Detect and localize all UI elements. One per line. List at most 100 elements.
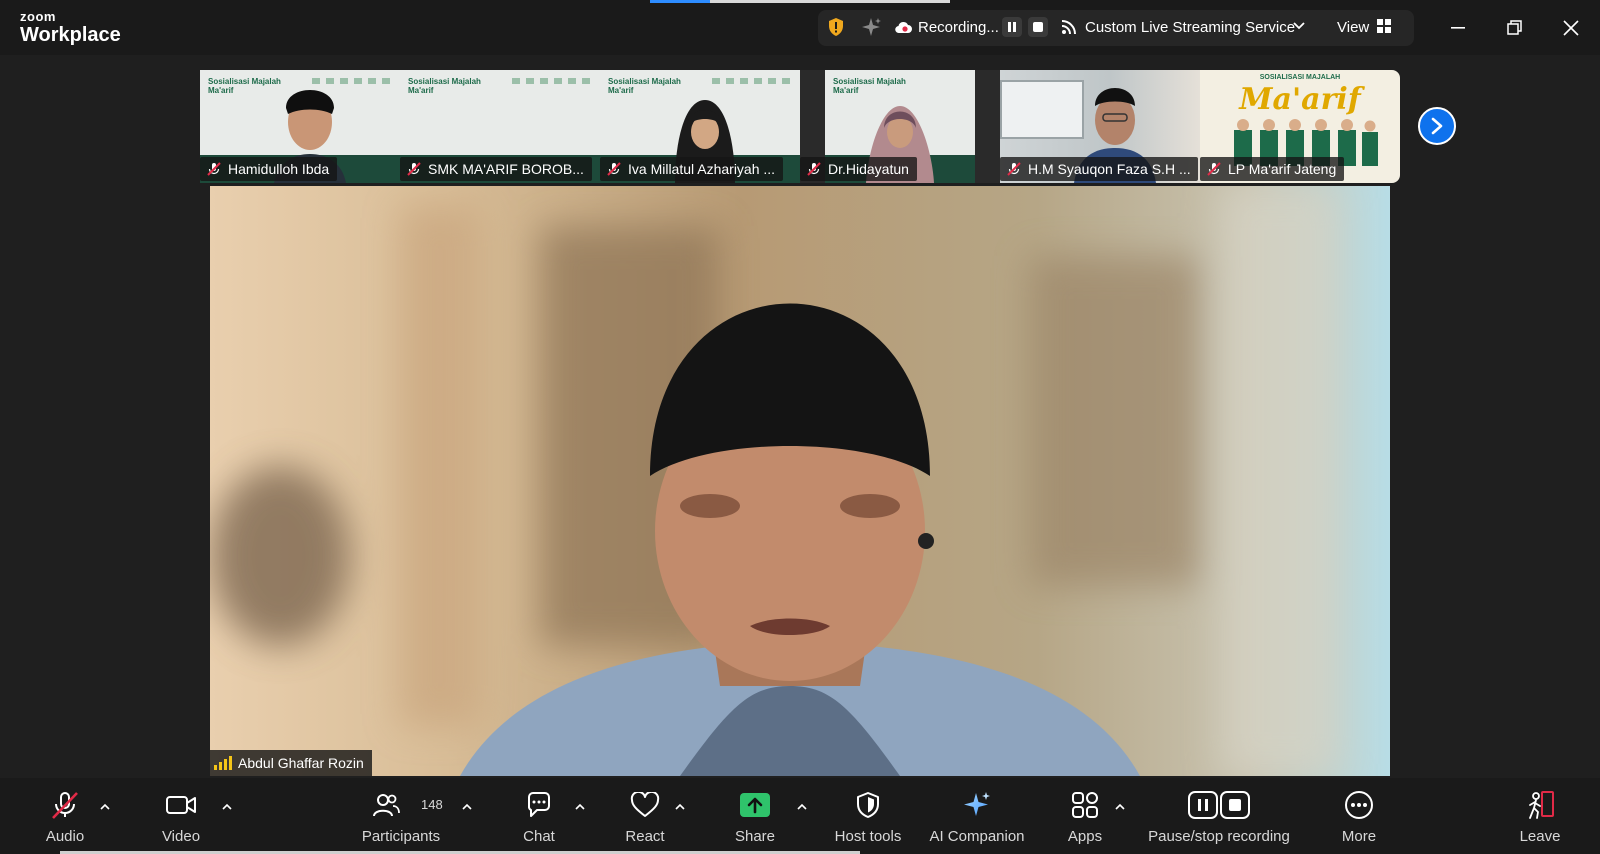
video-options-caret-icon[interactable] [221,800,233,812]
participant-tile[interactable]: Sosialisasi Majalah Ma'arif Dr.Hidayatun [800,70,1000,183]
host-tools-button[interactable]: Host tools [826,778,910,854]
slide-title: SOSIALISASI MAJALAH [1259,74,1341,81]
host-tools-label: Host tools [834,828,902,845]
participants-options-caret-icon[interactable] [461,800,473,812]
share-screen-icon [738,790,772,820]
restore-button[interactable] [1500,14,1528,42]
stop-recording-button[interactable] [1028,17,1048,37]
muted-mic-icon [207,162,221,176]
audio-button[interactable]: Audio [34,778,96,854]
app-logo: zoom Workplace [20,10,121,45]
connection-signal-icon [214,756,232,770]
grid-view-icon[interactable] [1376,18,1392,34]
more-label: More [1341,828,1377,845]
logo-line-1: zoom [20,9,56,24]
muted-mic-icon [48,790,82,820]
participants-count: 148 [421,797,443,812]
react-options-caret-icon[interactable] [674,800,686,812]
share-label: Share [734,828,776,845]
pause-icon [1008,22,1016,32]
ai-sparkle-icon[interactable] [860,16,882,38]
meeting-toolbar: Audio Video Participants 148 Chat React [0,778,1600,854]
react-label: React [625,828,665,845]
more-dots-icon [1342,790,1376,820]
pause-stop-recording-button[interactable]: Pause/stop recording [1144,778,1294,854]
share-options-caret-icon[interactable] [796,800,808,812]
heart-icon [628,790,662,820]
recording-status: Recording... [918,19,999,36]
participants-icon [369,790,403,820]
pause-recording-button[interactable] [1002,17,1022,37]
muted-mic-icon [1207,162,1221,176]
participant-tile[interactable]: SOSIALISASI MAJALAH Ma'arif LP Ma'arif J… [1200,70,1400,183]
close-button[interactable] [1557,14,1585,42]
participant-tile[interactable]: Sosialisasi Majalah Ma'arif SMK MA'ARIF … [400,70,600,183]
chat-bubble-icon [522,790,556,820]
muted-mic-icon [1007,162,1021,176]
stop-icon [1033,22,1043,32]
close-icon [1563,20,1579,36]
muted-mic-icon [807,162,821,176]
pause-stop-icon [1187,790,1251,820]
audio-options-caret-icon[interactable] [99,800,111,812]
ai-companion-button[interactable]: AI Companion [922,778,1032,854]
restore-icon [1507,20,1522,35]
slide-title: Sosialisasi Majalah Ma'arif [408,77,481,95]
apps-options-caret-icon[interactable] [1114,800,1126,812]
participant-name-bar: SMK MA'ARIF BOROB... [400,157,592,181]
participants-label: Participants [361,828,441,845]
pause-stop-label: Pause/stop recording [1148,828,1290,845]
participant-name: LP Ma'arif Jateng [1228,161,1337,177]
active-speaker-video[interactable]: Abdul Ghaffar Rozin [210,186,1390,776]
apps-button[interactable]: Apps [1054,778,1116,854]
participant-name-bar: Iva Millatul Azhariyah ... [600,157,784,181]
leave-door-icon [1523,790,1557,820]
participant-tile[interactable]: Sosialisasi Majalah Ma'arif Iva Millatul… [600,70,800,183]
participant-name: SMK MA'ARIF BOROB... [428,161,584,177]
chat-label: Chat [523,828,555,845]
apps-label: Apps [1067,828,1103,845]
speaker-name: Abdul Ghaffar Rozin [238,755,364,771]
share-button[interactable]: Share [724,778,786,854]
video-button[interactable]: Video [150,778,212,854]
slide-brand: Ma'arif [1239,82,1361,117]
leave-button[interactable]: Leave [1508,778,1572,854]
minimize-button[interactable] [1444,14,1472,42]
streaming-service-label[interactable]: Custom Live Streaming Service [1085,19,1295,36]
speaker-name-bar: Abdul Ghaffar Rozin [210,750,372,776]
participant-name-bar: H.M Syauqon Faza S.H ... [1000,157,1198,181]
participants-button[interactable]: Participants [358,778,444,854]
chat-button[interactable]: Chat [508,778,570,854]
view-button-label[interactable]: View [1337,19,1369,36]
shield-icon [851,790,885,820]
next-page-button[interactable] [1418,107,1456,145]
participant-name: H.M Syauqon Faza S.H ... [1028,161,1191,177]
muted-mic-icon [407,162,421,176]
leave-label: Leave [1519,828,1561,845]
participant-thumbnail-strip: Sosialisasi Majalah Ma'arif Hamidulloh I… [200,70,1400,183]
video-camera-icon [164,790,198,820]
live-stream-icon [1061,19,1077,35]
video-label: Video [161,828,201,845]
speaker-video-frame [210,186,1340,776]
participant-name-bar: Dr.Hidayatun [800,157,917,181]
participant-tile[interactable]: H.M Syauqon Faza S.H ... [1000,70,1200,183]
participant-name-bar: LP Ma'arif Jateng [1200,157,1345,181]
apps-icon [1068,790,1102,820]
security-shield-icon[interactable] [826,17,846,37]
ai-sparkle-icon [960,790,994,820]
loading-strip [650,0,950,3]
participant-name: Hamidulloh Ibda [228,161,330,177]
top-bar: zoom Workplace Recording... Custom Live … [0,0,1600,55]
muted-mic-icon [607,162,621,176]
more-button[interactable]: More [1328,778,1390,854]
minimize-icon [1451,27,1465,29]
chevron-down-icon[interactable] [1292,19,1306,33]
chat-options-caret-icon[interactable] [574,800,586,812]
audio-label: Audio [45,828,85,845]
participant-name: Dr.Hidayatun [828,161,909,177]
slide-logos [512,78,592,84]
logo-line-2: Workplace [20,24,121,46]
participant-tile[interactable]: Sosialisasi Majalah Ma'arif Hamidulloh I… [200,70,400,183]
react-button[interactable]: React [614,778,676,854]
